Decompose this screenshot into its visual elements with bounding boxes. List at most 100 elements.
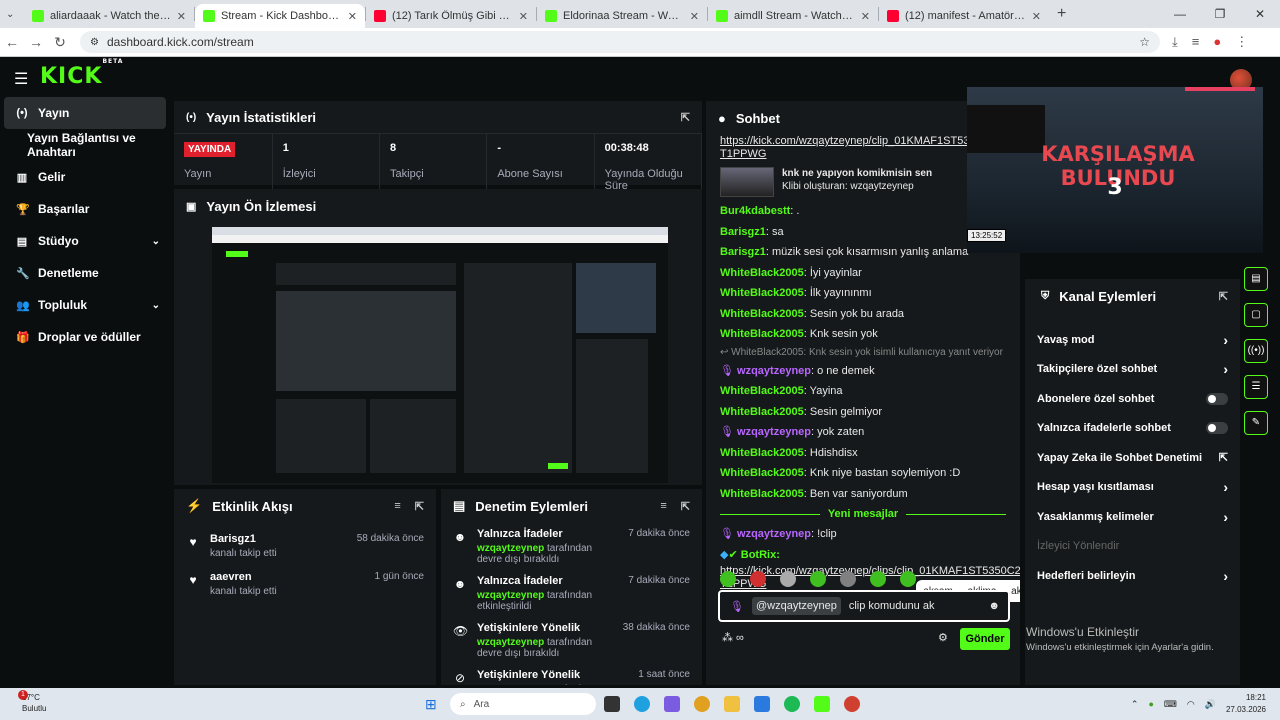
sidebar-item[interactable]: 🎁 Droplar ve ödüller [0, 321, 170, 353]
channel-action-row[interactable]: Hesap yaşı kısıtlaması › [1025, 473, 1240, 503]
popout-icon[interactable]: ⇱ [1219, 290, 1228, 303]
channel-action-row[interactable]: Takipçilere özel sohbet › [1025, 355, 1240, 385]
chat-settings-icon[interactable]: ⚙ [938, 631, 948, 644]
moderator-name[interactable]: wzqaytzeynep [477, 543, 544, 554]
moderator-name[interactable]: wzqaytzeynep [477, 637, 544, 648]
emote-icon[interactable] [870, 571, 886, 587]
menu-icon[interactable]: ⋮ [1235, 34, 1248, 50]
windows-start-icon[interactable]: ⊞ [425, 696, 441, 712]
chat-username[interactable]: WhiteBlack2005 [720, 267, 804, 279]
url-field[interactable]: ⚙ dashboard.kick.com/stream ☆ [80, 31, 1160, 53]
new-tab-button[interactable]: + [1057, 5, 1066, 23]
chat-username[interactable]: Barisgz1 [720, 226, 766, 238]
store-icon[interactable] [754, 696, 770, 712]
browser-tab[interactable]: aimdll Stream - Watch Live ✕ [708, 4, 878, 28]
activity-user[interactable]: Barisgz1 [210, 533, 347, 545]
chat-username[interactable]: wzqaytzeynep [737, 426, 811, 438]
tab-close-icon[interactable]: ✕ [861, 10, 870, 23]
volume-icon[interactable]: 🔊 [1205, 699, 1216, 710]
moderator-name[interactable]: wzqaytzeynep [477, 590, 544, 601]
chat-username[interactable]: WhiteBlack2005 [720, 385, 804, 397]
back-button[interactable]: ← [0, 34, 24, 50]
channel-action-row[interactable]: Abonelere özel sohbet [1025, 384, 1240, 414]
layout-icon[interactable]: ☰ [1244, 375, 1268, 399]
chat-username[interactable]: WhiteBlack2005 [720, 287, 804, 299]
filter-icon[interactable]: ≡ [394, 500, 400, 513]
channel-action-row[interactable]: Hedefleri belirleyin › [1025, 561, 1240, 591]
wrench-icon[interactable]: ✎ [1244, 411, 1268, 435]
emote-icon[interactable] [720, 571, 736, 587]
tray-chevron-icon[interactable]: ⌃ [1131, 699, 1139, 710]
chat-input[interactable]: 🎙 @wzqaytzeynep clip komudunu ak ☻ [718, 590, 1010, 622]
minimize-button[interactable]: — [1160, 0, 1200, 28]
clip-link[interactable]: https://kick.com/wzqaytzeynep/clip_01KMA… [720, 135, 1006, 148]
edge-icon[interactable] [634, 696, 650, 712]
extension-icon[interactable]: ● [1213, 34, 1221, 50]
tab-search-icon[interactable]: ⌄ [6, 9, 24, 20]
sidebar-item[interactable]: ▥ Gelir [0, 161, 170, 193]
chat-username[interactable]: WhiteBlack2005 [720, 308, 804, 320]
emoji-picker-icon[interactable]: ☻ [988, 600, 1000, 612]
chat-username[interactable]: WhiteBlack2005 [720, 406, 804, 418]
sidebar-item[interactable]: Yayın Bağlantısı ve Anahtarı [0, 129, 170, 161]
channel-action-row[interactable]: Yapay Zeka ile Sohbet Denetimi ⇱ [1025, 443, 1240, 473]
send-button[interactable]: Gönder [960, 628, 1010, 650]
autocomplete-option[interactable]: aksam [1011, 586, 1020, 597]
close-window-button[interactable]: ✕ [1240, 0, 1280, 28]
browser-tab[interactable]: Eldorinaa Stream - Watch Live ✕ [537, 4, 707, 28]
chrome-icon[interactable] [694, 696, 710, 712]
filter-icon[interactable]: ≡ [660, 500, 666, 513]
channel-action-row[interactable]: Yavaş mod › [1025, 325, 1240, 355]
browser-tab[interactable]: Stream - Kick Dashboard ✕ [195, 4, 365, 28]
channel-points-icon[interactable]: ⁂ ∞ [722, 631, 744, 644]
popout-icon[interactable]: ⇱ [415, 500, 424, 513]
wifi-icon[interactable]: ◠ [1187, 699, 1195, 710]
chat-username[interactable]: WhiteBlack2005 [720, 328, 804, 340]
stream-preview-video[interactable] [212, 227, 668, 483]
browser-tab[interactable]: (12) manifest - Amatör | OI ✕ [879, 4, 1049, 28]
forward-button[interactable]: → [24, 34, 48, 50]
emote-icon[interactable] [750, 571, 766, 587]
tab-close-icon[interactable]: ✕ [1032, 10, 1041, 23]
chat-icon[interactable]: ▢ [1244, 303, 1268, 327]
maximize-button[interactable]: ❐ [1200, 0, 1240, 28]
channel-action-row[interactable]: Yasaklanmış kelimeler › [1025, 502, 1240, 532]
notes-icon[interactable]: ▤ [1244, 267, 1268, 291]
tab-close-icon[interactable]: ✕ [690, 10, 699, 23]
toggle-switch[interactable] [1206, 422, 1228, 435]
clock[interactable]: 18:21 27.03.2026 [1226, 692, 1266, 716]
sidebar-item[interactable]: (•) Yayın [4, 97, 166, 129]
tab-close-icon[interactable]: ✕ [348, 10, 357, 23]
emote-icon[interactable] [780, 571, 796, 587]
chat-username[interactable]: Barisgz1 [720, 246, 766, 258]
hamburger-menu-icon[interactable]: ☰ [14, 69, 28, 89]
emote-icon[interactable] [900, 571, 916, 587]
sidebar-item[interactable]: 🔧 Denetleme [0, 257, 170, 289]
sidebar-item[interactable]: 👥 Topluluk ⌄ [0, 289, 170, 321]
chat-username[interactable]: wzqaytzeynep [737, 365, 811, 377]
popout-icon[interactable]: ⇱ [681, 500, 690, 513]
channel-action-row[interactable]: Yalnızca ifadelerle sohbet [1025, 414, 1240, 444]
tab-close-icon[interactable]: ✕ [519, 10, 528, 23]
file-explorer-icon[interactable] [724, 696, 740, 712]
toggle-switch[interactable] [1206, 392, 1228, 405]
chat-username[interactable]: WhiteBlack2005 [720, 447, 804, 459]
tab-close-icon[interactable]: ✕ [177, 10, 186, 23]
browser-tab[interactable]: (12) Tarık Ölmüş Gibi Yapıp Biz ✕ [366, 4, 536, 28]
kick-app-icon[interactable] [814, 696, 830, 712]
moderator-name[interactable]: wzqaytzeynep [477, 684, 544, 685]
copilot-icon[interactable] [664, 696, 680, 712]
emote-icon[interactable] [810, 571, 826, 587]
keyboard-icon[interactable]: ⌨ [1164, 699, 1177, 710]
task-view-icon[interactable] [604, 696, 620, 712]
chrome-icon[interactable] [844, 696, 860, 712]
chat-username[interactable]: WhiteBlack2005 [720, 488, 804, 500]
spotify-icon[interactable] [784, 696, 800, 712]
chat-username[interactable]: WhiteBlack2005 [720, 467, 804, 479]
broadcast-icon[interactable]: ((•)) [1244, 339, 1268, 363]
sidebar-item[interactable]: 🏆 Başarılar [0, 193, 170, 225]
site-info-icon[interactable]: ⚙ [90, 37, 99, 48]
activity-user[interactable]: aaevren [210, 571, 365, 583]
emote-icon[interactable] [840, 571, 856, 587]
taskbar-search[interactable]: ⌕ Ara [450, 693, 596, 715]
